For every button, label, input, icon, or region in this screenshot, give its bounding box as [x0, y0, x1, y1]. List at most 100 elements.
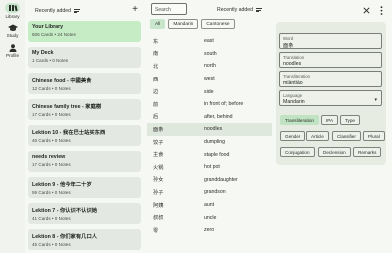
- word-row[interactable]: 主食 staple food: [147, 148, 272, 161]
- nav-library[interactable]: Library: [0, 3, 25, 23]
- word-row[interactable]: 叔叔 uncle: [147, 211, 272, 224]
- add-deck-button[interactable]: +: [132, 5, 138, 15]
- deck-card[interactable]: Lektion 7 - 你认识不认识她 41 Cards • 0 Notes: [28, 203, 141, 224]
- deck-title: Your Library: [32, 24, 64, 30]
- tag-transliteration[interactable]: Transliteration: [280, 115, 319, 125]
- word-row[interactable]: 阿姨 aunt: [147, 199, 272, 212]
- word-list-panel: Search Recently added All Mandarin Canto…: [147, 0, 272, 253]
- wordlist-sort-button[interactable]: Recently added: [217, 7, 263, 13]
- word-row[interactable]: 前 in front of; before: [147, 98, 272, 111]
- person-icon: [9, 44, 16, 52]
- word-hanzi: 北: [153, 63, 159, 70]
- word-hanzi: 南: [153, 51, 159, 58]
- tag-type[interactable]: Type: [340, 115, 360, 125]
- tag-conjugation[interactable]: Conjugation: [280, 147, 315, 157]
- word-translation: hot pot: [204, 164, 220, 171]
- word-row-selected[interactable]: 面条 noodles: [147, 123, 272, 136]
- word-row[interactable]: 火锅 hot pot: [147, 161, 272, 174]
- word-detail-panel: Word 面条 Translation noodles Transliterat…: [276, 22, 386, 165]
- close-icon[interactable]: [363, 4, 370, 16]
- deck-card[interactable]: My Deck 1 Cards • 0 Notes: [28, 47, 141, 68]
- word-translation: north: [204, 63, 216, 70]
- tag-ipa[interactable]: IPA: [321, 115, 339, 125]
- search-input[interactable]: Search: [151, 3, 187, 15]
- word-translation: granddaughter: [204, 176, 238, 183]
- word-hanzi: 零: [153, 227, 159, 234]
- nav-profile[interactable]: Profile: [0, 44, 25, 64]
- deck-card[interactable]: Chinese family tree - 家庭樹 17 Cards • 0 No…: [28, 99, 141, 120]
- transliteration-field[interactable]: Transliteration miàntiáo: [279, 71, 382, 87]
- word-hanzi: 孙子: [153, 189, 164, 196]
- tag-gender[interactable]: Gender: [280, 131, 306, 141]
- deck-stats: 506 Cards • 24 Notes: [32, 32, 76, 37]
- word-row[interactable]: 孙子 grandson: [147, 186, 272, 199]
- filter-chip-mandarin[interactable]: Mandarin: [168, 19, 199, 29]
- word-hanzi: 饺子: [153, 139, 164, 146]
- language-filter: All Mandarin Cantonese: [150, 19, 235, 29]
- word-field-value: 面条: [283, 43, 294, 49]
- translation-field-label: Translation: [283, 54, 305, 60]
- filter-chip-all[interactable]: All: [150, 19, 166, 29]
- word-row[interactable]: 东 east: [147, 35, 272, 48]
- deck-title: Chinese food - 中國美食: [32, 78, 92, 84]
- deck-title: Chinese family tree - 家庭樹: [32, 104, 102, 110]
- dropdown-arrow-icon: ▾: [374, 97, 377, 103]
- nav-profile-label: Profile: [5, 53, 20, 58]
- deck-stats: 17 Cards • 0 Notes: [32, 112, 71, 117]
- word-hanzi: 西: [153, 76, 159, 83]
- deck-stats: 1 Cards • 0 Notes: [32, 58, 69, 63]
- word-field[interactable]: Word 面条: [279, 33, 382, 49]
- deck-stats: 46 Cards • 0 Notes: [32, 138, 71, 143]
- word-translation: in front of; before: [204, 101, 244, 108]
- tag-article[interactable]: Article: [306, 131, 329, 141]
- deck-title: Lektion 10 - 我在巴士站买东西: [32, 130, 106, 136]
- school-icon: [7, 24, 18, 31]
- library-panel: Recently added + Your Library 506 Cards •…: [25, 0, 144, 253]
- word-row[interactable]: 零 zero: [147, 224, 272, 237]
- sort-icon: [256, 7, 263, 13]
- deck-stats: 12 Cards • 0 Notes: [32, 86, 71, 91]
- word-translation: noodles: [204, 126, 223, 133]
- deck-card[interactable]: needs review 17 Cards • 0 Notes: [28, 151, 141, 172]
- nav-study[interactable]: Study: [0, 24, 25, 44]
- deck-card[interactable]: Lektion 8 - 你们家有几口人 45 Cards • 0 Notes: [28, 229, 141, 250]
- word-hanzi: 边: [153, 89, 159, 96]
- language-select-value: Mandarin: [283, 99, 305, 105]
- word-row[interactable]: 北 north: [147, 60, 272, 73]
- word-row[interactable]: 饺子 dumpling: [147, 136, 272, 149]
- word-translation: zero: [204, 227, 215, 234]
- translation-field-value: noodles: [283, 61, 302, 67]
- translation-field[interactable]: Translation noodles: [279, 52, 382, 68]
- word-hanzi: 火锅: [153, 164, 164, 171]
- word-translation: east: [204, 38, 214, 45]
- deck-card[interactable]: Lektion 10 - 我在巴士站买东西 46 Cards • 0 Notes: [28, 125, 141, 146]
- word-list: 东 east 南 south 北 north 西 west 边 side 前 in fron…: [147, 35, 272, 237]
- tag-remarks[interactable]: Remarks: [353, 147, 382, 157]
- deck-title: Lektion 7 - 你认识不认识她: [32, 208, 98, 214]
- deck-card[interactable]: Lektion 9 - 他今年二十岁 59 Cards • 0 Notes: [28, 177, 141, 198]
- word-translation: staple food: [204, 151, 230, 158]
- word-translation: side: [204, 88, 214, 95]
- tag-plural[interactable]: Plural: [363, 131, 385, 141]
- deck-stats: 45 Cards • 0 Notes: [32, 242, 71, 247]
- word-row[interactable]: 后 after, behind: [147, 111, 272, 124]
- library-icon: [8, 5, 18, 12]
- filter-chip-cantonese[interactable]: Cantonese: [201, 19, 235, 29]
- word-hanzi: 阿姨: [153, 202, 164, 209]
- deck-card[interactable]: Chinese food - 中國美食 12 Cards • 0 Notes: [28, 73, 141, 94]
- tag-declension[interactable]: Declension: [318, 147, 351, 157]
- word-row[interactable]: 南 south: [147, 48, 272, 61]
- deck-list: Your Library 506 Cards • 24 Notes My Deck…: [28, 21, 141, 253]
- tag-classifier[interactable]: Classifier: [332, 131, 361, 141]
- word-hanzi: 前: [153, 101, 159, 108]
- deck-card[interactable]: Your Library 506 Cards • 24 Notes: [28, 21, 141, 42]
- deck-stats: 17 Cards • 0 Notes: [32, 162, 71, 167]
- word-row[interactable]: 边 side: [147, 85, 272, 98]
- language-select[interactable]: Language Mandarin ▾: [279, 90, 382, 106]
- word-row[interactable]: 孙女 granddaughter: [147, 174, 272, 187]
- word-hanzi: 后: [153, 114, 159, 121]
- word-row[interactable]: 西 west: [147, 73, 272, 86]
- more-vert-icon[interactable]: [380, 4, 383, 18]
- word-translation: after, behind: [204, 113, 233, 120]
- library-sort-button[interactable]: Recently added: [35, 8, 81, 14]
